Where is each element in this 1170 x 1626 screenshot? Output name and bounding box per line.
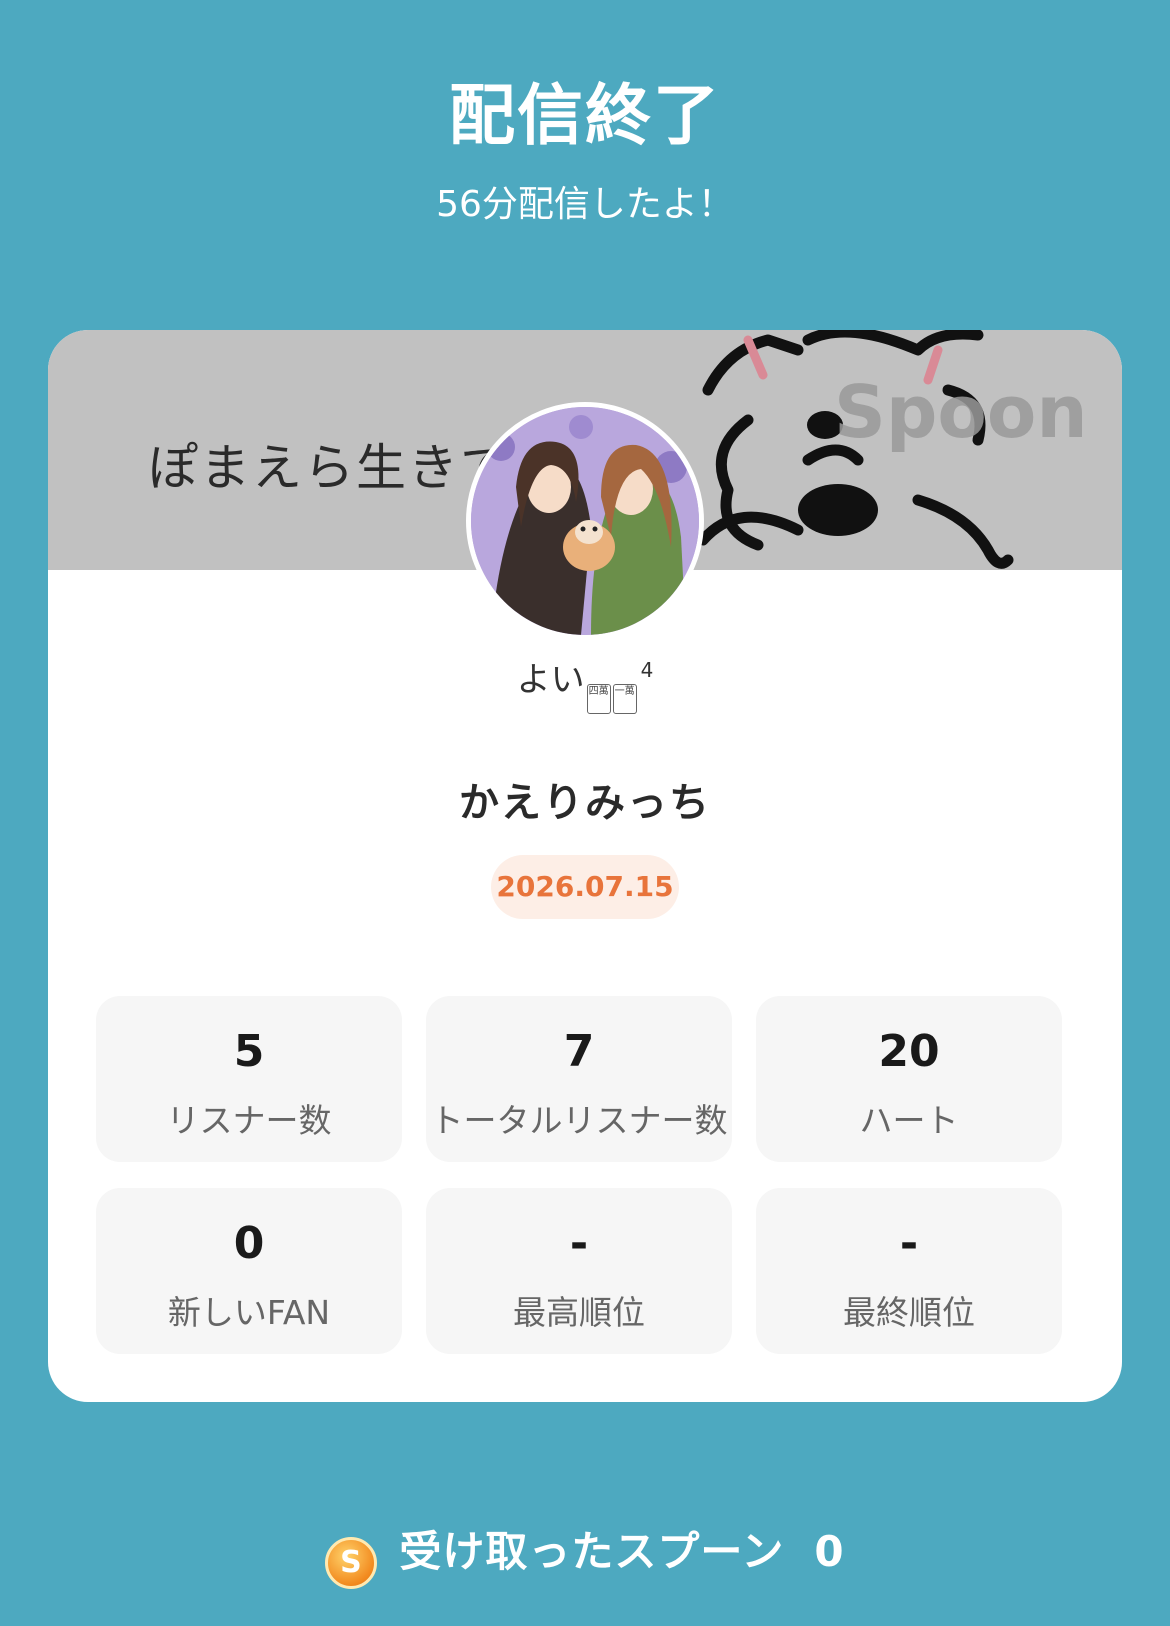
stat-listeners: 5 リスナー数 <box>96 996 402 1162</box>
header-title: 配信終了 <box>449 77 721 154</box>
nickname-text: よい <box>516 660 585 700</box>
stat-label: ハート <box>859 1101 959 1140</box>
avatar-illustration <box>471 407 699 635</box>
spoon-coin-icon: S <box>325 1537 378 1589</box>
stat-label: 最終順位 <box>843 1293 975 1332</box>
date-badge: 2026.07.15 <box>491 855 679 919</box>
display-name: かえりみっち <box>459 780 711 826</box>
avatar[interactable] <box>466 402 704 640</box>
spoon-watermark: Spoon <box>834 370 1088 454</box>
stat-final-rank: - 最終順位 <box>756 1188 1062 1354</box>
stat-total-listeners: 7 トータルリスナー数 <box>426 996 732 1162</box>
stat-value: 0 <box>233 1218 265 1269</box>
stat-label: 新しいFAN <box>167 1293 331 1332</box>
stat-new-fans: 0 新しいFAN <box>96 1188 402 1354</box>
mahjong-tile-icon: 四萬 <box>586 684 611 714</box>
stat-value: 20 <box>878 1026 940 1077</box>
nickname: よい 四萬 一萬4 <box>48 652 1122 714</box>
stat-value: 5 <box>233 1026 265 1077</box>
mahjong-tile-icon: 一萬 <box>612 684 637 714</box>
stat-value: - <box>569 1218 589 1269</box>
broadcast-summary-card: ぽまえら生きて Spoon よい 四萬 一萬4 かえりみっち 2026.07.1… <box>48 330 1122 1402</box>
header-subtitle: 56分配信したよ！ <box>436 184 734 225</box>
stat-value: - <box>899 1218 919 1269</box>
banner-text: ぽまえら生きて <box>148 439 512 497</box>
received-spoons-label: 受け取ったスプーン <box>399 1527 785 1576</box>
stat-hearts: 20 ハート <box>756 996 1062 1162</box>
stat-value: 7 <box>563 1026 595 1077</box>
received-spoons: S 受け取ったスプーン 0 <box>0 1518 1170 1589</box>
received-spoons-count: 0 <box>814 1527 845 1576</box>
stat-label: トータルリスナー数 <box>430 1101 728 1140</box>
stat-label: リスナー数 <box>166 1101 332 1140</box>
stat-highest-rank: - 最高順位 <box>426 1188 732 1354</box>
nickname-superscript: 4 <box>640 658 654 682</box>
stat-label: 最高順位 <box>513 1293 645 1332</box>
